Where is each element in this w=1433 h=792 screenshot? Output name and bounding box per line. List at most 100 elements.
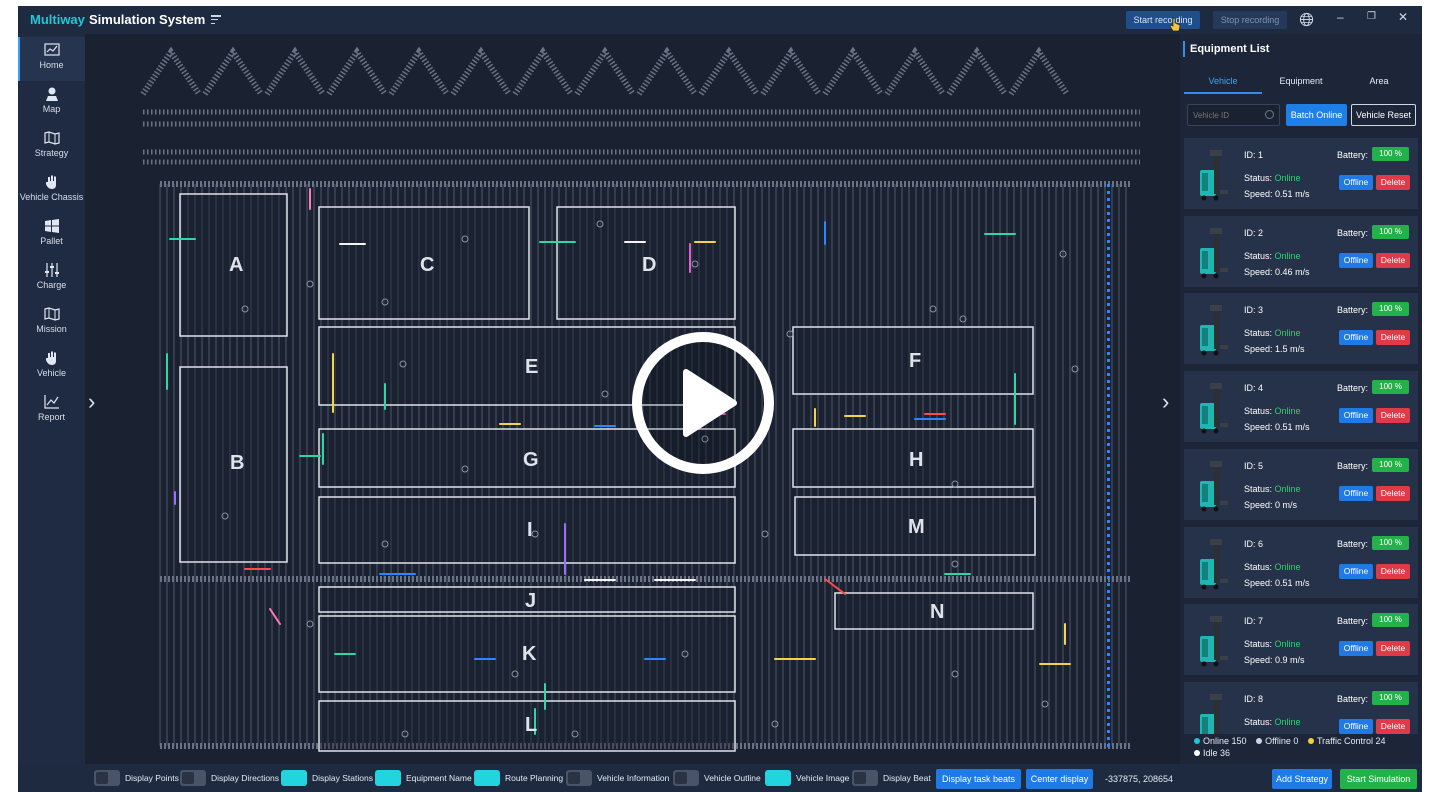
delete-button[interactable]: Delete: [1376, 252, 1410, 268]
delete-button[interactable]: Delete: [1376, 641, 1410, 657]
charger-dot: [1107, 625, 1110, 628]
charger-dot: [1107, 639, 1110, 642]
charger-dot: [1107, 590, 1110, 593]
hand-icon: [45, 351, 56, 365]
display-task-beats-button[interactable]: Display task beats: [936, 769, 1021, 789]
restore-icon[interactable]: ❐: [1367, 11, 1376, 22]
station-marker: [1041, 700, 1049, 708]
offline-button[interactable]: Offline: [1339, 718, 1373, 734]
toggle-switch[interactable]: [566, 770, 592, 786]
vehicle-battery-label: Battery:: [1337, 305, 1369, 316]
offline-button[interactable]: Offline: [1339, 252, 1373, 268]
start-simulation-button[interactable]: Start Simulation: [1340, 769, 1417, 789]
minimize-icon[interactable]: –: [1337, 10, 1344, 24]
charger-dot: [1107, 450, 1110, 453]
toggle-switch[interactable]: [852, 770, 878, 786]
nav-item-charge[interactable]: Charge: [18, 257, 85, 301]
station-marker: [951, 560, 959, 568]
globe-language-icon[interactable]: [1299, 12, 1314, 27]
charger-dot: [1107, 408, 1110, 411]
add-strategy-button[interactable]: Add Strategy: [1272, 769, 1332, 789]
vehicle-id: ID: 8: [1244, 693, 1264, 704]
chevron-right-icon[interactable]: ›: [1162, 389, 1169, 415]
offline-button[interactable]: Offline: [1339, 563, 1373, 579]
play-video-icon[interactable]: [630, 330, 776, 476]
nav-item-vehicle[interactable]: Vehicle: [18, 345, 85, 389]
rack-chevron: [264, 46, 326, 96]
nav-item-report[interactable]: Report: [18, 389, 85, 433]
toggle-switch[interactable]: [474, 770, 500, 786]
charger-dot: [1107, 436, 1110, 439]
toggle-switch[interactable]: [375, 770, 401, 786]
chevron-left-icon[interactable]: ›: [88, 389, 95, 415]
offline-button[interactable]: Offline: [1339, 408, 1373, 424]
delete-button[interactable]: Delete: [1376, 330, 1410, 346]
vehicle-status: Status: Online: [1244, 250, 1301, 261]
toggle-switch[interactable]: [180, 770, 206, 786]
toggle-switch[interactable]: [281, 770, 307, 786]
offline-button[interactable]: Offline: [1339, 175, 1373, 190]
charger-dot: [1107, 373, 1110, 376]
batch-online-button[interactable]: Batch Online: [1286, 104, 1347, 126]
offline-button[interactable]: Offline: [1339, 330, 1373, 346]
tab-equipment[interactable]: Equipment: [1262, 70, 1340, 94]
delete-button[interactable]: Delete: [1376, 485, 1410, 501]
battery-badge: 100 %: [1372, 302, 1409, 317]
charger-dot: [1107, 226, 1110, 229]
vehicle-speed: Speed: 1.5 m/s: [1244, 344, 1305, 355]
tab-area[interactable]: Area: [1340, 70, 1418, 94]
rack-chevron: [202, 46, 264, 96]
center-display-button[interactable]: Center display: [1026, 769, 1093, 789]
tab-vehicle[interactable]: Vehicle: [1184, 70, 1262, 94]
agv-vehicle-icon: [1200, 227, 1228, 279]
stop-recording-button[interactable]: Stop recording: [1213, 11, 1287, 29]
vehicle-card[interactable]: ID: 6 Status: Online Speed: 0.51 m/s Batter…: [1184, 526, 1418, 601]
vehicle-speed: Speed: 0.51 m/s: [1244, 189, 1310, 199]
zone-label-m: M: [908, 516, 925, 538]
nav-item-strategy[interactable]: Strategy: [18, 125, 85, 169]
vehicle-id: ID: 5: [1244, 460, 1264, 471]
offline-button[interactable]: Offline: [1339, 485, 1373, 501]
vehicle-card[interactable]: ID: 3 Status: Online Speed: 1.5 m/s Battery…: [1184, 293, 1418, 368]
charger-dot: [1107, 744, 1110, 747]
delete-button[interactable]: Delete: [1376, 408, 1410, 424]
vehicle-card[interactable]: ID: 5 Status: Online Speed: 0 m/s Battery: 1…: [1184, 448, 1418, 523]
vehicle-card[interactable]: ID: 7 Status: Online Speed: 0.9 m/s Battery…: [1184, 604, 1418, 679]
charger-dot: [1107, 296, 1110, 299]
nav-item-vehicle-chassis[interactable]: Vehicle Chassis: [18, 169, 85, 213]
start-recording-button[interactable]: Start recording: [1126, 11, 1200, 29]
toggle-switch[interactable]: [765, 770, 791, 786]
vehicle-card[interactable]: ID: 8 Status: Online Speed: Battery:100 % O…: [1184, 681, 1418, 734]
charger-dot: [1107, 576, 1110, 579]
charger-dot: [1107, 569, 1110, 572]
nav-item-map[interactable]: Map: [18, 81, 85, 125]
vehicle-battery-label: Battery:: [1337, 383, 1369, 394]
station-marker: [771, 720, 779, 728]
legend-traffic-control: Traffic Control 24: [1307, 736, 1385, 746]
zone-label-h: H: [909, 449, 924, 471]
delete-button[interactable]: Delete: [1376, 563, 1410, 579]
nav-item-pallet[interactable]: Pallet: [18, 213, 85, 257]
charger-dot: [1107, 240, 1110, 243]
zone-label-e: E: [525, 356, 539, 378]
vehicle-reset-button[interactable]: Vehicle Reset: [1351, 104, 1416, 126]
menu-collapse-icon[interactable]: [211, 15, 221, 25]
offline-button[interactable]: Offline: [1339, 641, 1373, 657]
nav-item-home[interactable]: Home: [18, 37, 85, 81]
delete-button[interactable]: Delete: [1376, 175, 1410, 190]
vehicle-card[interactable]: ID: 2 Status: Online Speed: 0.46 m/s Batter…: [1184, 215, 1418, 290]
charger-dot: [1107, 653, 1110, 656]
delete-button[interactable]: Delete: [1376, 718, 1410, 734]
charger-dot: [1107, 429, 1110, 432]
nav-label-mission: Mission: [36, 324, 67, 334]
close-icon[interactable]: ✕: [1398, 10, 1408, 24]
agv-vehicle-icon: [1200, 460, 1228, 512]
vehicle-battery-label: Battery:: [1337, 460, 1369, 471]
search-icon[interactable]: [1265, 110, 1274, 119]
toggle-switch[interactable]: [673, 770, 699, 786]
nav-item-mission[interactable]: Mission: [18, 301, 85, 345]
charger-dot: [1107, 233, 1110, 236]
vehicle-card[interactable]: ID: 4 Status: Online Speed: 0.51 m/s Batter…: [1184, 371, 1418, 446]
toggle-switch[interactable]: [94, 770, 120, 786]
vehicle-card[interactable]: ID: 1 Status: Online Speed: 0.51 m/s Batter…: [1184, 138, 1418, 212]
